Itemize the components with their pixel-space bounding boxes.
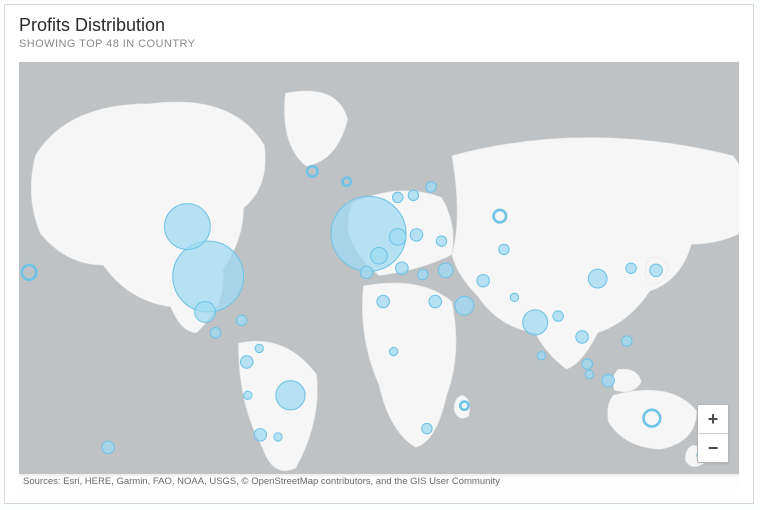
- card-title: Profits Distribution: [19, 15, 739, 36]
- map-bubble[interactable]: Greece: [418, 269, 428, 279]
- map-bubble[interactable]: Singapore: [585, 370, 593, 378]
- map-bubble[interactable]: Egypt: [429, 295, 441, 307]
- map-bubble[interactable]: Venezuela: [255, 344, 263, 352]
- map-bubble[interactable]: Philippines: [622, 336, 632, 346]
- map-bubble[interactable]: Spain: [360, 266, 372, 278]
- map-bubble[interactable]: Cuba: [236, 315, 246, 325]
- map-bubble[interactable]: Saudi Arabia: [455, 296, 474, 315]
- map-bubble[interactable]: Nigeria: [389, 347, 397, 355]
- map-attribution: Sources: Esri, HERE, Garmin, FAO, NOAA, …: [19, 474, 739, 489]
- map-bubble[interactable]: Algeria: [377, 295, 389, 307]
- card-subtitle: SHOWING TOP 48 IN COUNTRY: [19, 38, 739, 50]
- map-bubble[interactable]: Indonesia: [602, 374, 614, 386]
- zoom-out-button[interactable]: −: [698, 433, 728, 462]
- map-bubble[interactable]: Brazil: [276, 381, 305, 410]
- map-bubble[interactable]: Ukraine: [436, 236, 446, 246]
- map-bubble[interactable]: France: [371, 247, 388, 264]
- map-bubble[interactable]: Colombia: [240, 356, 252, 368]
- map-bubble[interactable]: Sri Lanka: [537, 352, 545, 360]
- map-bubble[interactable]: Thailand: [576, 331, 588, 343]
- map-bubble[interactable]: Iran: [477, 274, 489, 286]
- chart-card: Profits Distribution SHOWING TOP 48 IN C…: [4, 4, 754, 504]
- map-bubble[interactable]: Kazakhstan: [499, 244, 509, 254]
- map-bubble[interactable]: Turkey: [438, 263, 453, 278]
- map-bubble[interactable]: Argentina: [274, 433, 282, 441]
- map-bubble[interactable]: Mexico: [195, 302, 216, 323]
- card-header: Profits Distribution SHOWING TOP 48 IN C…: [5, 5, 753, 54]
- map-bubble[interactable]: United States (north): [164, 204, 210, 250]
- map-bubble[interactable]: Peru: [244, 391, 252, 399]
- zoom-controls: + −: [697, 404, 729, 463]
- map-bubble[interactable]: South Korea: [626, 263, 636, 273]
- map-bubble[interactable]: South Africa: [422, 423, 432, 433]
- map-bubble[interactable]: Norway: [393, 192, 403, 202]
- map-bubble[interactable]: Italy: [396, 262, 408, 274]
- map-bubble[interactable]: Sweden: [408, 190, 418, 200]
- map-bubble[interactable]: Finland: [426, 182, 436, 192]
- map-bubble[interactable]: Pakistan: [510, 293, 518, 301]
- map-bubble[interactable]: NW Pacific (wrap): [22, 265, 37, 280]
- map-bubble[interactable]: Germany: [389, 229, 406, 246]
- map-bubble[interactable]: Greenland: [307, 166, 317, 176]
- zoom-in-button[interactable]: +: [698, 405, 728, 433]
- map-bubble[interactable]: Guatemala: [210, 328, 220, 338]
- map-bubble[interactable]: Bangladesh: [553, 311, 563, 321]
- map-bubble[interactable]: Malaysia: [582, 359, 592, 369]
- world-map-svg: United States (central)United States (no…: [19, 62, 739, 489]
- map-bubble[interactable]: Chile: [254, 429, 266, 441]
- map-bubble[interactable]: China: [588, 269, 607, 288]
- map-bubble[interactable]: Poland: [410, 229, 422, 241]
- map-bubble[interactable]: United States (central): [173, 241, 244, 312]
- map-bubble[interactable]: Japan: [650, 264, 662, 276]
- landmasses: [19, 91, 739, 489]
- map-bubble[interactable]: Iceland: [343, 178, 351, 186]
- map-canvas[interactable]: United States (central)United States (no…: [19, 62, 739, 489]
- map-bubble[interactable]: India: [523, 310, 548, 335]
- map-bubble[interactable]: South Atlantic: [102, 441, 114, 453]
